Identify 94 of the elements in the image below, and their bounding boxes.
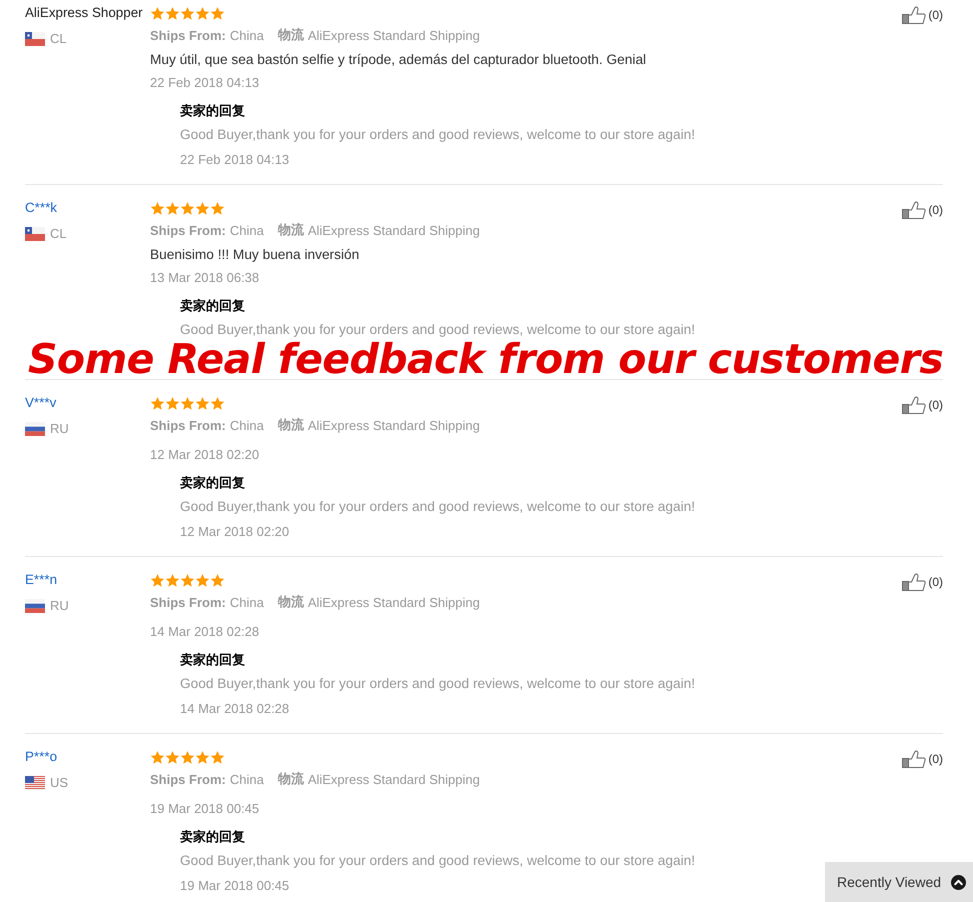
like-count: (0): [928, 8, 943, 22]
ships-from-label: Ships From:: [150, 222, 226, 238]
seller-reply-date: 14 Mar 2018 02:28: [180, 700, 290, 718]
logistics-label: 物流: [278, 221, 304, 239]
russia-flag-icon: [25, 422, 45, 436]
chile-flag-icon: [25, 32, 45, 46]
star-icon: [165, 572, 180, 588]
seller-reply-title: 卖家的回复: [180, 102, 245, 120]
star-icon: [165, 200, 180, 216]
star-icon: [210, 200, 225, 216]
seller-reply-text: Good Buyer,thank you for your orders and good reviews, welcome to our store again!: [180, 498, 696, 516]
review-date: 19 Mar 2018 00:45: [150, 800, 260, 818]
country-code: RU: [50, 420, 69, 438]
country-code: CL: [50, 225, 67, 243]
star-icon: [165, 750, 180, 764]
review-date: 22 Feb 2018 04:13: [150, 74, 260, 92]
star-icon: [150, 6, 165, 20]
thumbs-up-icon[interactable]: [902, 750, 926, 768]
seller-reply-title: 卖家的回复: [180, 474, 245, 492]
like-count: (0): [928, 752, 943, 766]
logistics-value: AliExpress Standard Shipping: [308, 418, 480, 432]
review-date: 13 Mar 2018 06:38: [150, 269, 260, 287]
logistics-value: AliExpress Standard Shipping: [308, 594, 480, 610]
like-count: (0): [928, 203, 943, 217]
buyer-name-link[interactable]: E***n: [25, 570, 58, 590]
thumbs-up-icon[interactable]: [902, 6, 926, 24]
ships-from-label: Ships From:: [150, 418, 226, 432]
ships-from-value: China: [230, 28, 264, 42]
review-text: Muy útil, que sea bastón selfie y trípode, además del capturador bluetooth. Genial: [150, 51, 646, 69]
review-date: 14 Mar 2018 02:28: [150, 623, 260, 641]
seller-reply-text: Good Buyer,thank you for your orders and good reviews, welcome to our store again!: [180, 675, 696, 693]
ships-from-value: China: [230, 772, 264, 786]
like-count: (0): [928, 398, 943, 412]
like-count: (0): [928, 575, 943, 589]
seller-reply-date: 19 Mar 2018 00:45: [180, 877, 290, 895]
seller-reply-text: Good Buyer,thank you for your orders and good reviews, welcome to our store again!: [180, 852, 696, 870]
star-icon: [195, 200, 210, 216]
seller-reply-text: Good Buyer,thank you for your orders and good reviews, welcome to our store again!: [180, 126, 696, 144]
buyer-name-link[interactable]: C***k: [25, 198, 57, 218]
ships-from-value: China: [230, 418, 264, 432]
country-code: CL: [50, 30, 67, 48]
star-icon: [195, 6, 210, 20]
thumbs-up-icon[interactable]: [902, 396, 926, 414]
seller-reply-title: 卖家的回复: [180, 828, 245, 846]
thumbs-up-icon[interactable]: [902, 573, 926, 591]
logistics-value: AliExpress Standard Shipping: [308, 28, 480, 42]
seller-reply-date: 22 Feb 2018 04:13: [180, 151, 290, 169]
star-icon: [165, 396, 180, 410]
star-icon: [210, 6, 225, 20]
ships-from-value: China: [230, 222, 264, 238]
star-icon: [195, 750, 210, 764]
seller-reply-date: 12 Mar 2018 02:20: [180, 523, 290, 541]
ships-from-label: Ships From:: [150, 594, 226, 610]
chevron-up-icon: [951, 874, 966, 890]
logistics-label: 物流: [278, 770, 304, 788]
star-icon: [195, 572, 210, 588]
country-code: US: [50, 774, 68, 792]
usa-flag-icon: [25, 776, 45, 790]
chile-flag-icon: [25, 227, 45, 241]
star-icon: [150, 750, 165, 764]
star-icon: [180, 200, 195, 216]
logistics-label: 物流: [278, 593, 304, 611]
star-icon: [210, 572, 225, 588]
logistics-value: AliExpress Standard Shipping: [308, 222, 480, 238]
ships-from-label: Ships From:: [150, 28, 226, 42]
star-icon: [180, 6, 195, 20]
ships-from-label: Ships From:: [150, 772, 226, 786]
star-icon: [150, 200, 165, 216]
thumbs-up-icon[interactable]: [902, 201, 926, 219]
country-code: RU: [50, 597, 69, 615]
buyer-name-link[interactable]: V***v: [25, 393, 56, 413]
logistics-value: AliExpress Standard Shipping: [308, 772, 480, 786]
star-icon: [180, 750, 195, 764]
logistics-label: 物流: [278, 26, 304, 44]
star-icon: [150, 572, 165, 588]
star-icon: [150, 396, 165, 410]
seller-reply-text: Good Buyer,thank you for your orders and good reviews, welcome to our store again!: [180, 321, 696, 339]
star-icon: [195, 396, 210, 410]
star-icon: [165, 6, 180, 20]
overlay-caption: Some Real feedback from our customers: [28, 341, 944, 378]
star-icon: [210, 396, 225, 410]
buyer-name: AliExpress Shopper: [25, 4, 143, 22]
review-date: 12 Mar 2018 02:20: [150, 446, 260, 464]
russia-flag-icon: [25, 599, 45, 613]
star-icon: [180, 572, 195, 588]
recently-viewed-button[interactable]: Recently Viewed: [825, 862, 973, 902]
logistics-label: 物流: [278, 416, 304, 434]
ships-from-value: China: [230, 594, 264, 610]
review-text: Buenisimo !!! Muy buena inversión: [150, 246, 360, 264]
seller-reply-title: 卖家的回复: [180, 297, 245, 315]
seller-reply-title: 卖家的回复: [180, 651, 245, 669]
star-icon: [210, 750, 225, 764]
buyer-name-link[interactable]: P***o: [25, 747, 58, 767]
star-icon: [180, 396, 195, 410]
